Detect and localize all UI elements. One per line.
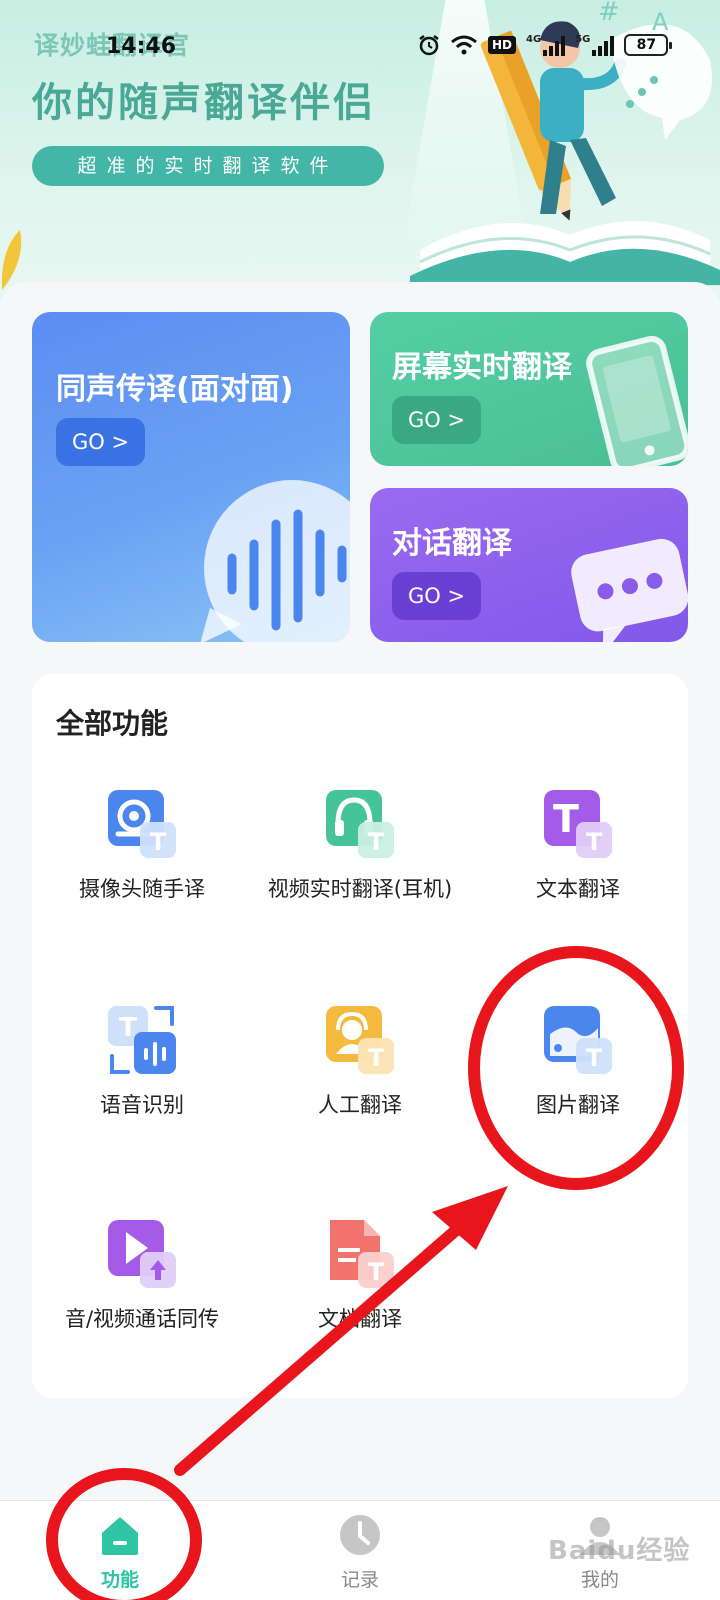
status-time: 14:46 [106,34,177,59]
simultaneous-interpretation-card[interactable]: 同声传译(面对面) GO > [32,312,350,642]
network-5g-label: 5G [575,34,591,45]
camera-translate-icon: T [108,790,176,858]
phone-icon [586,335,688,466]
text-translate-icon: T T [544,790,612,858]
status-icons: HD 4G 5G 87 [418,34,673,56]
feature-label: 图片翻译 [536,1093,620,1117]
image-translate-icon: T [544,1006,612,1074]
nav-item-records[interactable]: 记录 [300,1513,420,1592]
document-translate-icon: T [330,1220,394,1288]
all-features-section: 全部功能 T 摄像头随手译 T 视频实时翻译(耳机) T T 文本翻译 T 语音… [32,674,688,1398]
screen-go-button[interactable]: GO > [392,396,482,444]
dialogue-go-button[interactable]: GO > [392,572,482,620]
svg-text:T: T [368,1258,385,1286]
hd-voice-icon: HD [488,36,517,54]
card-title: 屏幕实时翻译 [392,350,572,385]
section-title: 全部功能 [56,707,169,740]
card-title: 同声传译(面对面) [56,372,294,407]
svg-text:T: T [368,1044,385,1072]
nav-label: 功能 [100,1569,139,1591]
signal-4g-icon: 4G [526,34,566,56]
feature-human-translate[interactable]: T 人工翻译 [260,1004,460,1119]
feature-label: 文本翻译 [536,877,620,901]
network-4g-label: 4G [526,34,542,45]
feature-label: 视频实时翻译(耳机) [267,877,453,901]
call-translate-icon [108,1220,176,1288]
battery-icon: 87 [624,34,673,56]
svg-text:#: # [598,0,620,27]
svg-text:T: T [553,797,579,841]
wifi-icon [451,35,477,55]
feature-headphone-translate[interactable]: T 视频实时翻译(耳机) [260,788,460,903]
feature-label: 语音识别 [100,1093,184,1117]
simultaneous-go-button[interactable]: GO > [56,418,146,466]
feature-label: 人工翻译 [318,1093,402,1117]
chat-bubble-icon [571,538,688,642]
human-translate-icon: T [326,1006,394,1074]
feature-label: 音/视频通话同传 [64,1307,220,1331]
soundwave-bubble-icon [200,480,350,642]
nav-label: 记录 [340,1569,379,1591]
svg-text:T: T [586,828,603,856]
svg-text:T: T [150,828,167,856]
hero-tagline: 超准的实时翻译软件 [32,146,384,186]
signal-5g-icon: 5G [575,34,615,56]
svg-text:T: T [586,1044,603,1072]
feature-text-translate[interactable]: T T 文本翻译 [478,788,678,903]
nav-item-features[interactable]: 功能 [60,1513,180,1592]
feature-speech-recognition[interactable]: T 语音识别 [42,1004,242,1119]
home-icon [102,1517,138,1555]
feature-call-translate[interactable]: 音/视频通话同传 [42,1218,242,1333]
headphone-translate-icon: T [326,790,394,858]
feature-label: 摄像头随手译 [79,877,205,901]
clock-icon [340,1515,380,1555]
nav-label: 我的 [580,1569,619,1591]
feature-label: 文档翻译 [318,1307,402,1331]
dialogue-translation-card[interactable]: 对话翻译 GO > [370,488,688,642]
hero-title: 你的随声翻译伴侣 [32,80,376,126]
svg-text:A: A [652,8,669,36]
feature-camera-translate[interactable]: T 摄像头随手译 [42,788,242,903]
alarm-icon [419,35,439,56]
feature-image-translate[interactable]: T 图片翻译 [478,1004,678,1119]
speech-recognition-icon: T [108,1006,176,1074]
feature-document-translate[interactable]: T 文档翻译 [260,1218,460,1333]
card-title: 对话翻译 [392,526,512,561]
watermark: Baidu经验 [548,1536,691,1566]
leaf-decoration [1,230,22,290]
screen-translation-card[interactable]: 屏幕实时翻译 GO > [370,312,688,466]
svg-text:T: T [368,828,385,856]
